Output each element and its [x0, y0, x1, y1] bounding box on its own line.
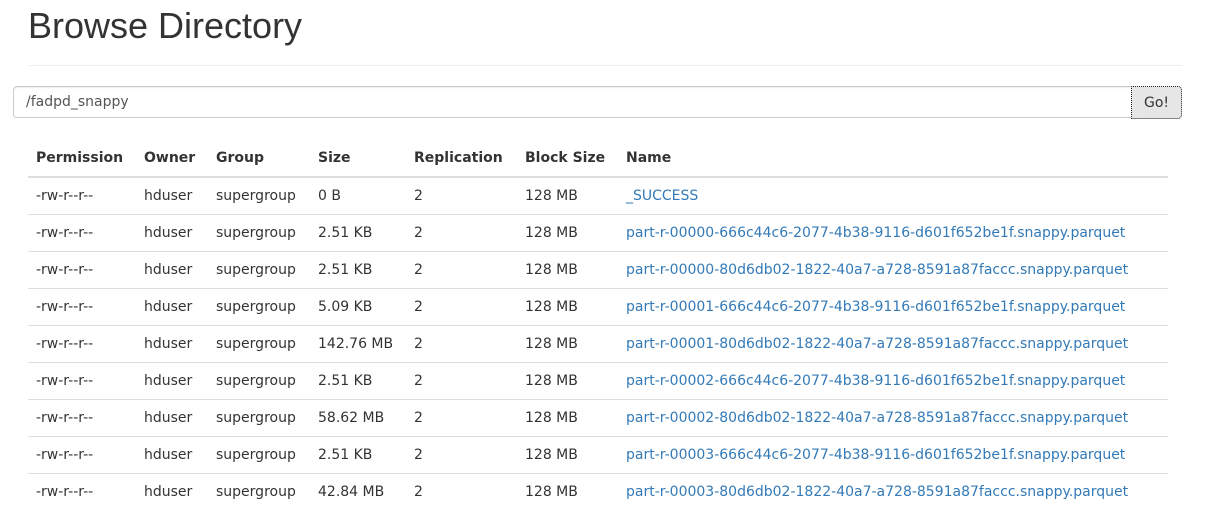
directory-path-input[interactable]	[13, 86, 1132, 118]
cell-block-size: 128 MB	[525, 188, 578, 204]
column-header-size[interactable]: Size	[310, 140, 406, 178]
table-row: -rw-r--r-- hduser supergroup 0 B 2 128 M…	[28, 177, 1168, 215]
file-link[interactable]: part-r-00003-666c44c6-2077-4b38-9116-d60…	[626, 447, 1125, 463]
cell-group: supergroup	[208, 214, 310, 252]
cell-name: part-r-00000-666c44c6-2077-4b38-9116-d60…	[618, 214, 1168, 252]
go-button[interactable]: Go!	[1131, 86, 1182, 119]
column-header-name[interactable]: Name	[618, 140, 1168, 178]
table-row: -rw-r--r-- hduser supergroup 2.51 KB 2 1…	[28, 214, 1168, 252]
cell-permission: -rw-r--r--	[28, 325, 136, 363]
directory-listing-table: Permission Owner Group Size Replication …	[28, 140, 1168, 510]
cell-permission: -rw-r--r--	[28, 251, 136, 289]
table-row: -rw-r--r-- hduser supergroup 2.51 KB 2 1…	[28, 251, 1168, 289]
cell-owner: hduser	[136, 325, 208, 363]
cell-permission: -rw-r--r--	[28, 473, 136, 510]
cell-name: part-r-00000-80d6db02-1822-40a7-a728-859…	[618, 251, 1168, 289]
path-form: Go!	[13, 86, 1183, 120]
cell-owner: hduser	[136, 473, 208, 510]
cell-replication: 2	[406, 436, 517, 474]
cell-size: 2.51 KB	[310, 362, 406, 400]
page-title: Browse Directory	[28, 5, 303, 46]
cell-block-size: 128 MB	[517, 288, 618, 326]
title-divider	[28, 65, 1182, 66]
file-link[interactable]: part-r-00003-80d6db02-1822-40a7-a728-859…	[626, 484, 1128, 500]
cell-block-size: 128 MB	[517, 362, 618, 400]
cell-permission: -rw-r--r--	[28, 399, 136, 437]
column-header-block-size[interactable]: Block Size	[517, 140, 618, 178]
cell-replication: 2	[406, 473, 517, 510]
cell-block-size: 128 MB	[517, 251, 618, 289]
cell-replication: 2	[414, 188, 423, 204]
cell-group: supergroup	[208, 251, 310, 289]
table-row: -rw-r--r-- hduser supergroup 5.09 KB 2 1…	[28, 288, 1168, 326]
cell-group: supergroup	[208, 288, 310, 326]
cell-name: part-r-00003-666c44c6-2077-4b38-9116-d60…	[618, 436, 1168, 474]
cell-size: 5.09 KB	[310, 288, 406, 326]
cell-owner: hduser	[136, 251, 208, 289]
table-body: -rw-r--r-- hduser supergroup 0 B 2 128 M…	[28, 177, 1168, 510]
cell-group: supergroup	[208, 436, 310, 474]
cell-permission: -rw-r--r--	[28, 288, 136, 326]
cell-name: _SUCCESS	[618, 177, 1168, 215]
table-row: -rw-r--r-- hduser supergroup 42.84 MB 2 …	[28, 473, 1168, 510]
file-link[interactable]: part-r-00002-666c44c6-2077-4b38-9116-d60…	[626, 373, 1125, 389]
cell-owner: hduser	[144, 188, 193, 204]
cell-size: 2.51 KB	[310, 436, 406, 474]
cell-owner: hduser	[136, 362, 208, 400]
cell-replication: 2	[406, 214, 517, 252]
table-row: -rw-r--r-- hduser supergroup 58.62 MB 2 …	[28, 399, 1168, 437]
cell-replication: 2	[406, 325, 517, 363]
browse-directory-page: Browse Directory Go! Permission Owner Gr…	[0, 0, 1228, 529]
cell-permission: -rw-r--r--	[36, 188, 94, 204]
cell-block-size: 128 MB	[517, 214, 618, 252]
cell-owner: hduser	[136, 399, 208, 437]
cell-group: supergroup	[208, 473, 310, 510]
cell-owner: hduser	[136, 436, 208, 474]
cell-size: 142.76 MB	[310, 325, 406, 363]
table-header: Permission Owner Group Size Replication …	[28, 140, 1168, 178]
cell-permission: -rw-r--r--	[28, 362, 136, 400]
cell-group: supergroup	[208, 399, 310, 437]
file-link[interactable]: part-r-00001-80d6db02-1822-40a7-a728-859…	[626, 336, 1128, 352]
cell-owner: hduser	[136, 288, 208, 326]
cell-replication: 2	[406, 288, 517, 326]
column-header-replication[interactable]: Replication	[406, 140, 517, 178]
cell-name: part-r-00002-666c44c6-2077-4b38-9116-d60…	[618, 362, 1168, 400]
cell-block-size: 128 MB	[517, 325, 618, 363]
cell-size: 2.51 KB	[310, 214, 406, 252]
cell-block-size: 128 MB	[517, 473, 618, 510]
cell-name: part-r-00001-80d6db02-1822-40a7-a728-859…	[618, 325, 1168, 363]
header-row: Permission Owner Group Size Replication …	[28, 140, 1168, 178]
cell-size: 42.84 MB	[310, 473, 406, 510]
cell-block-size: 128 MB	[517, 399, 618, 437]
cell-replication: 2	[406, 399, 517, 437]
file-link[interactable]: part-r-00000-80d6db02-1822-40a7-a728-859…	[626, 262, 1128, 278]
cell-block-size: 128 MB	[517, 436, 618, 474]
cell-group: supergroup	[216, 188, 296, 204]
cell-group: supergroup	[208, 362, 310, 400]
file-link[interactable]: part-r-00002-80d6db02-1822-40a7-a728-859…	[626, 410, 1128, 426]
cell-permission: -rw-r--r--	[28, 436, 136, 474]
table-row: -rw-r--r-- hduser supergroup 2.51 KB 2 1…	[28, 362, 1168, 400]
column-header-group[interactable]: Group	[208, 140, 310, 178]
cell-permission: -rw-r--r--	[28, 214, 136, 252]
column-header-owner[interactable]: Owner	[136, 140, 208, 178]
cell-size: 58.62 MB	[310, 399, 406, 437]
cell-replication: 2	[406, 251, 517, 289]
table-row: -rw-r--r-- hduser supergroup 142.76 MB 2…	[28, 325, 1168, 363]
cell-replication: 2	[406, 362, 517, 400]
file-link[interactable]: part-r-00000-666c44c6-2077-4b38-9116-d60…	[626, 225, 1125, 241]
cell-name: part-r-00002-80d6db02-1822-40a7-a728-859…	[618, 399, 1168, 437]
cell-size: 0 B	[318, 188, 341, 204]
table-row: -rw-r--r-- hduser supergroup 2.51 KB 2 1…	[28, 436, 1168, 474]
cell-group: supergroup	[208, 325, 310, 363]
file-link[interactable]: part-r-00001-666c44c6-2077-4b38-9116-d60…	[626, 299, 1125, 315]
cell-name: part-r-00003-80d6db02-1822-40a7-a728-859…	[618, 473, 1168, 510]
cell-owner: hduser	[136, 214, 208, 252]
column-header-permission[interactable]: Permission	[28, 140, 136, 178]
file-link[interactable]: _SUCCESS	[626, 188, 698, 204]
cell-name: part-r-00001-666c44c6-2077-4b38-9116-d60…	[618, 288, 1168, 326]
cell-size: 2.51 KB	[310, 251, 406, 289]
